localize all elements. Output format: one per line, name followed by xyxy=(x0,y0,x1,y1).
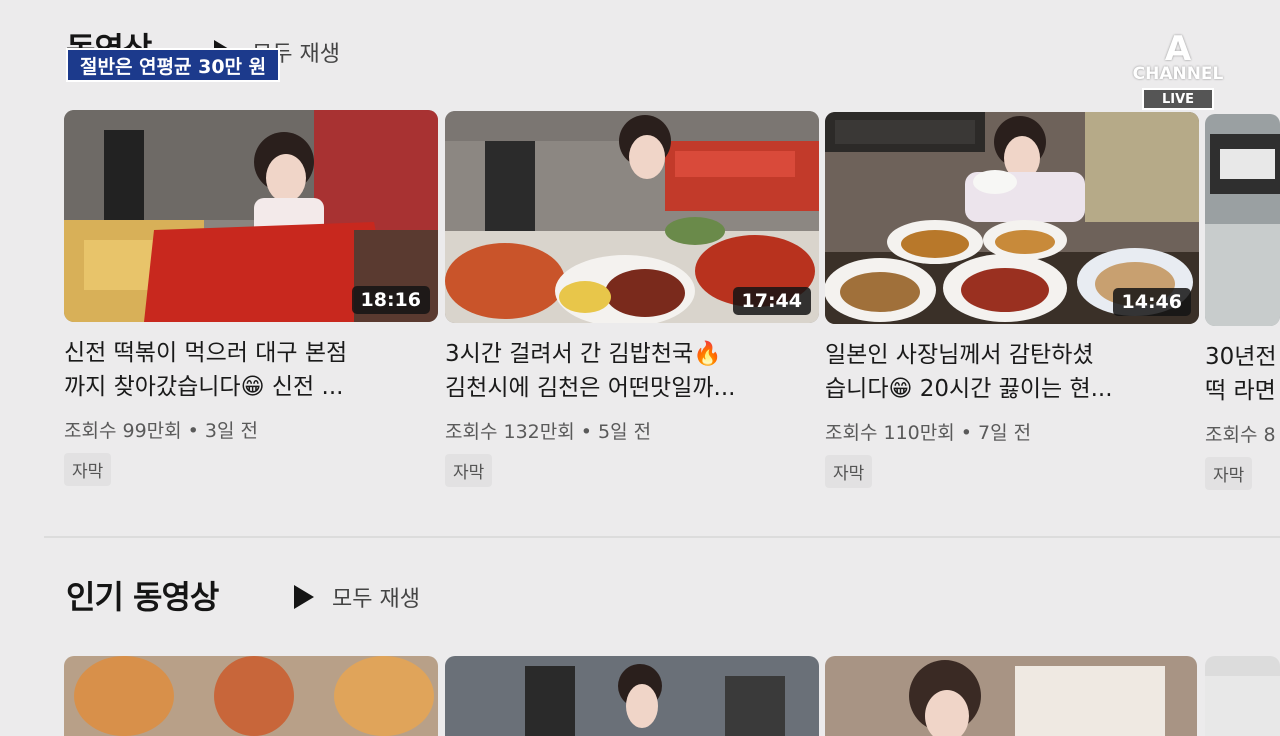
live-badge: LIVE xyxy=(1142,88,1214,110)
video-thumbnail[interactable]: 18:16 xyxy=(64,110,438,322)
video-card[interactable]: 14:46 일본인 사장님께서 감탄하셨 습니다😁 20시간 끓이는 현... … xyxy=(825,112,1199,488)
channel-a-mark: A xyxy=(1164,29,1192,69)
video-duration: 17:44 xyxy=(732,287,811,315)
video-meta: 조회수 132만회 • 5일 전 xyxy=(445,421,652,443)
video-thumbnail[interactable] xyxy=(825,656,1197,736)
video-age: 3일 전 xyxy=(204,420,259,442)
section-title-popular: 인기 동영상 xyxy=(66,578,219,616)
video-thumbnail[interactable]: 14:46 xyxy=(825,112,1199,324)
video-meta: 조회수 8 xyxy=(1205,420,1280,447)
video-thumbnail[interactable] xyxy=(1205,656,1280,736)
play-all-button[interactable]: 모두 재생 xyxy=(294,581,420,613)
video-card[interactable]: 30년전 떡 라면 조회수 8 자막 xyxy=(1205,114,1280,490)
thumbnail-image xyxy=(825,656,1197,736)
caption-badge: 자막 xyxy=(445,454,493,487)
play-all-label: 모두 재생 xyxy=(332,587,420,612)
video-title[interactable]: 신전 떡볶이 먹으러 대구 본점 까지 찾아갔습니다😁 신전 ... xyxy=(64,336,414,404)
caption-badge: 자막 xyxy=(1205,457,1253,490)
video-views: 조회수 99만회 xyxy=(64,420,182,442)
video-thumbnail[interactable] xyxy=(1205,114,1280,326)
play-icon xyxy=(294,585,314,609)
thumbnail-image xyxy=(1205,656,1280,736)
video-age: 7일 전 xyxy=(978,422,1032,444)
video-title[interactable]: 3시간 걸려서 간 김밥천국🔥 김천시에 김천은 어떤맛일까... xyxy=(445,337,795,405)
video-views: 조회수 110만회 xyxy=(825,422,955,444)
channel-a-logo: A CHANNEL LIVE xyxy=(1132,29,1224,110)
video-age: 5일 전 xyxy=(598,421,652,443)
video-thumbnail[interactable]: 17:44 xyxy=(445,111,819,323)
video-title[interactable]: 일본인 사장님께서 감탄하셨 습니다😁 20시간 끓이는 현... xyxy=(825,338,1175,406)
video-meta: 조회수 99만회 • 3일 전 xyxy=(64,420,259,442)
video-thumbnail[interactable] xyxy=(445,656,819,736)
thumbnail-image xyxy=(445,656,819,736)
video-views: 조회수 8 xyxy=(1205,424,1276,446)
video-thumbnail[interactable] xyxy=(64,656,438,736)
video-meta: 조회수 110만회 • 7일 전 xyxy=(825,422,1032,444)
thumbnail-image xyxy=(64,656,438,736)
caption-badge: 자막 xyxy=(825,455,873,488)
caption-badge: 자막 xyxy=(64,453,112,486)
video-views: 조회수 132만회 xyxy=(445,421,575,443)
video-title[interactable]: 30년전 떡 라면 xyxy=(1205,340,1280,408)
video-duration: 14:46 xyxy=(1112,288,1191,316)
section-divider xyxy=(44,536,1280,538)
video-duration: 18:16 xyxy=(351,286,430,314)
video-card[interactable]: 17:44 3시간 걸려서 간 김밥천국🔥 김천시에 김천은 어떤맛일까... … xyxy=(445,111,819,487)
thumbnail-image xyxy=(1205,114,1280,326)
news-caption-banner: 절반은 연평균 30만 원 xyxy=(66,48,281,82)
channel-logo-text: CHANNEL xyxy=(1132,64,1224,84)
video-card[interactable]: 18:16 신전 떡볶이 먹으러 대구 본점 까지 찾아갔습니다😁 신전 ...… xyxy=(64,110,438,486)
